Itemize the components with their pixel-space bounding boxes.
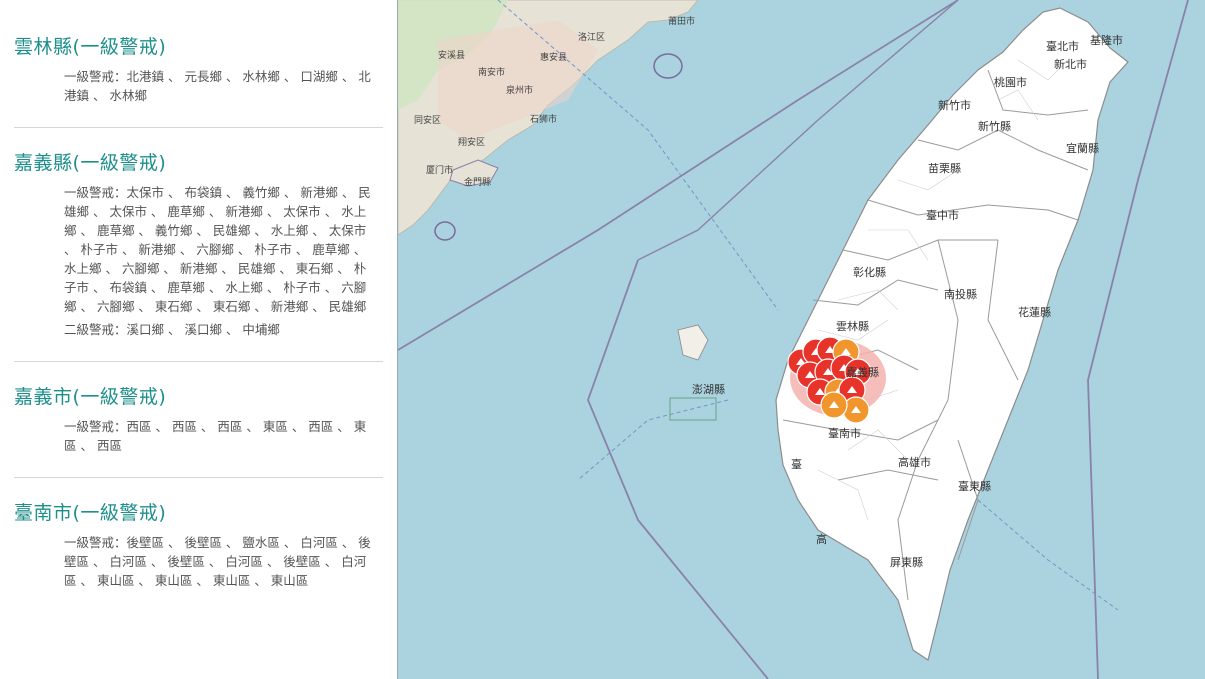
region-section: 雲林縣(一級警戒) 一級警戒：北港鎮 、 元長鄉 、 水林鄉 、 口湖鄉 、 北港…: [14, 32, 383, 128]
alert-level-text: 一級警戒：西區 、 西區 、 西區 、 東區 、 西區 、 東區 、 西區: [64, 419, 367, 453]
region-title: 臺南市(一級警戒): [14, 502, 167, 524]
map-label-luojiang: 洛江区: [578, 31, 605, 43]
alert-list-panel: 雲林縣(一級警戒) 一級警戒：北港鎮 、 元長鄉 、 水林鄉 、 口湖鄉 、 北港…: [0, 0, 397, 679]
map-canvas[interactable]: 臺北市 基隆市新北市桃園市新竹市新竹縣宜蘭縣苗栗縣臺中市彰化縣南投縣花蓮縣雲林縣嘉…: [398, 0, 1205, 679]
dashed-boundary: [977, 499, 1119, 611]
map-label-quanzhou: 泉州市: [506, 84, 533, 96]
alert-level-text: 一級警戒：北港鎮 、 元長鄉 、 水林鄉 、 口湖鄉 、 北港鎮 、 水林鄉: [64, 69, 371, 103]
map-label-shishi: 石狮市: [530, 113, 557, 125]
map-label-changhua: 彰化縣: [853, 265, 886, 279]
map-label-pingtung: 屏東縣: [890, 556, 923, 569]
map-label-yilan: 宜蘭縣: [1066, 141, 1099, 155]
alert-level-text: 一級警戒：後壁區 、 後壁區 、 鹽水區 、 白河區 、 後壁區 、 白河區 、…: [64, 535, 371, 588]
region-title: 嘉義縣(一級警戒): [14, 152, 167, 174]
kinmen-boundary-circle: [434, 221, 456, 241]
map-label-putian: 莆田市: [668, 15, 695, 27]
map-label-hualien: 花蓮縣: [1018, 305, 1051, 319]
map-label-xiamen: 厦门市: [426, 164, 453, 176]
region-title: 雲林縣(一級警戒): [14, 36, 167, 58]
map-label-tongan: 同安区: [414, 114, 441, 126]
region-title: 嘉義市(一級警戒): [14, 386, 167, 408]
map-label-anxi: 安溪县: [438, 49, 465, 61]
map-label-tai: 臺: [791, 457, 802, 471]
map-label-kinmen: 金門縣: [464, 176, 491, 188]
map-label-keelung: 基隆市: [1090, 33, 1123, 47]
map-label-nantou: 南投縣: [944, 287, 977, 301]
matsu-boundary-circle: [653, 53, 683, 79]
map-label-kaohsiung: 高雄市: [898, 455, 931, 469]
alert-level-text: 二級警戒：溪口鄉 、 溪口鄉 、 中埔鄉: [64, 322, 280, 337]
map-label-xiangan: 翔安区: [458, 136, 485, 148]
map-label-penghu: 澎湖縣: [692, 383, 725, 396]
map-label-hsinchucity: 新竹市: [938, 98, 971, 112]
map-label-taitung: 臺東縣: [958, 479, 991, 493]
alert-level-text: 一級警戒：太保市 、 布袋鎮 、 義竹鄉 、 新港鄉 、 民雄鄉 、 太保市 、…: [64, 185, 371, 314]
map-label-taoyuan: 桃園市: [994, 75, 1027, 89]
map-label-taichung: 臺中市: [926, 208, 959, 222]
penghu-island: [677, 324, 709, 361]
map-label-gao: 高: [816, 532, 827, 546]
map-label-tainan: 臺南市: [828, 426, 861, 440]
region-section: 嘉義市(一級警戒) 一級警戒：西區 、 西區 、 西區 、 東區 、 西區 、 東…: [14, 382, 383, 478]
map-label-hsinchucounty: 新竹縣: [978, 119, 1011, 133]
map-label-taipei: 臺北市: [1046, 39, 1079, 53]
region-section: 嘉義縣(一級警戒) 一級警戒：太保市 、 布袋鎮 、 義竹鄉 、 新港鄉 、 民雄…: [14, 148, 383, 362]
dashed-boundary: [577, 399, 729, 481]
map-label-huian: 惠安县: [540, 51, 567, 63]
map-view[interactable]: 臺北市 基隆市 新北市桃園市新竹市 新竹縣宜蘭縣苗栗縣臺中市彰化縣南投縣花蓮縣雲林縣嘉…: [397, 0, 1205, 679]
map-label-miaoli: 苗栗縣: [928, 162, 961, 175]
map-label-chiayi: 嘉義縣: [846, 365, 879, 379]
map-label-yunlin: 雲林縣: [836, 319, 869, 333]
map-label-nanan: 南安市: [478, 66, 505, 78]
region-section: 臺南市(一級警戒) 一級警戒：後壁區 、 後壁區 、 鹽水區 、 白河區 、 後壁…: [14, 498, 383, 612]
maritime-boundary-line: [587, 259, 769, 679]
map-label-newtaipei: 新北市: [1054, 57, 1087, 71]
